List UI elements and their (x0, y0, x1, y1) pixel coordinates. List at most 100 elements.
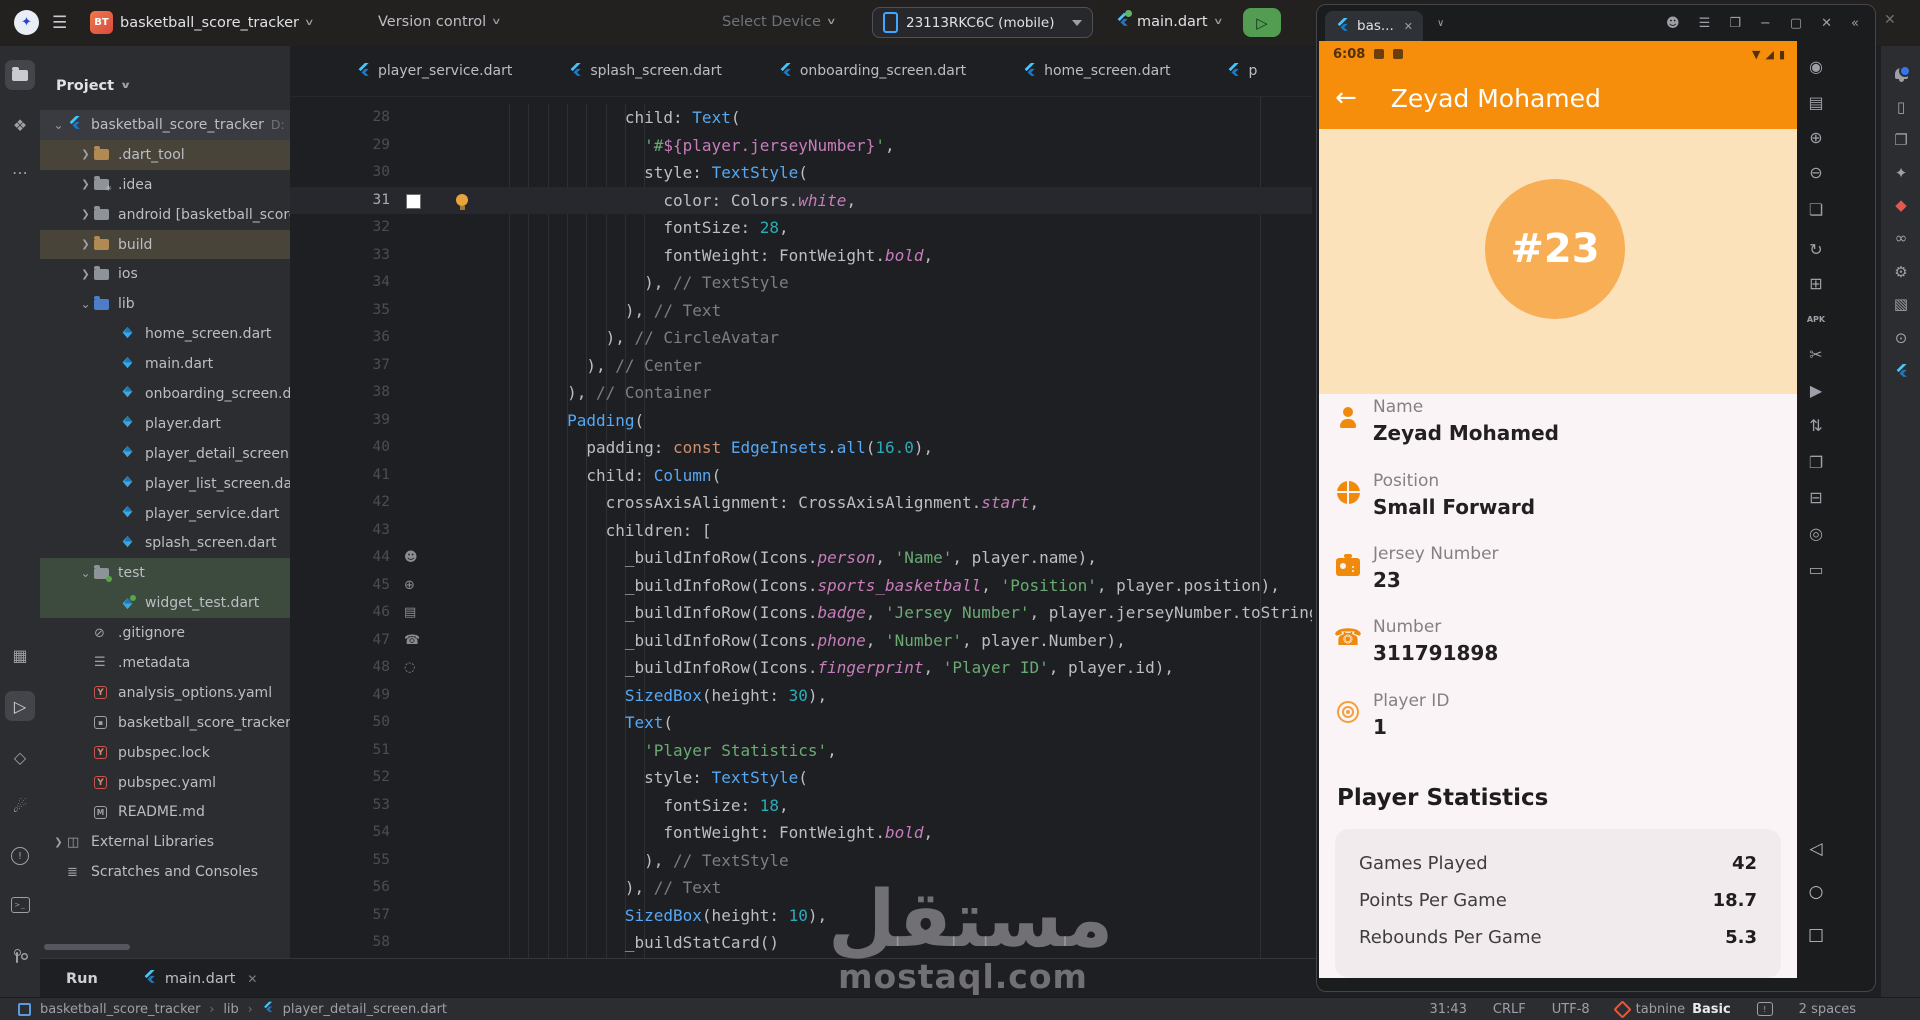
tree-chevron-icon[interactable]: ⌄ (77, 566, 94, 580)
breadcrumb-item[interactable]: basketball_score_tracker (40, 1002, 201, 1017)
editor-tab[interactable]: p (1226, 62, 1257, 81)
tree-item-player_detail_screen.dart[interactable]: player_detail_screen.dart (40, 439, 290, 469)
device-dropdown[interactable]: 23113RKC6C (mobile) (872, 7, 1093, 38)
notifications-icon[interactable] (1890, 62, 1912, 84)
back-button[interactable]: ◁ (1804, 837, 1828, 861)
tree-item-main.dart[interactable]: main.dart (40, 349, 290, 379)
collapse-icon[interactable]: « (1851, 16, 1859, 31)
close-icon[interactable]: ✕ (247, 972, 257, 986)
tree-chevron-icon[interactable]: ❯ (77, 209, 94, 220)
sync-folder-icon[interactable]: ⊟ (1804, 485, 1828, 509)
tree-item-player_list_screen.dart[interactable]: player_list_screen.dart (40, 469, 290, 499)
tree-item-widget_test.dart[interactable]: widget_test.dart (40, 588, 290, 619)
tree-item-.dart_tool[interactable]: ❯ .dart_tool (40, 139, 290, 170)
minimize-icon[interactable]: − (1760, 16, 1771, 31)
devtools-icon[interactable]: ☄ (5, 791, 35, 821)
color-preview-swatch[interactable] (406, 193, 421, 209)
run-icon[interactable]: ▷ (5, 691, 35, 721)
close-icon[interactable]: ✕ (1884, 12, 1896, 28)
endpoints-icon[interactable]: ∞ (1890, 227, 1912, 249)
rotate-icon[interactable]: ↻ (1804, 237, 1828, 261)
device-manager-icon[interactable]: ❐ (1890, 129, 1912, 151)
tree-item-basketball_score_tracker.iml[interactable]: ▪ basketball_score_tracker.iml (40, 708, 290, 738)
tree-chevron-icon[interactable]: ❯ (77, 269, 94, 280)
tree-item-.gitignore[interactable]: ⊘ .gitignore (40, 618, 290, 648)
tree-chevron-icon[interactable]: ❯ (77, 149, 94, 160)
project-panel-header[interactable]: Project ∨ (56, 78, 132, 94)
back-arrow-icon[interactable]: ← (1335, 83, 1357, 113)
line-separator[interactable]: CRLF (1493, 1002, 1526, 1017)
panel-menu-icon[interactable]: ☰ (1699, 16, 1711, 31)
notifications-status-icon[interactable]: ! (1756, 1002, 1773, 1016)
file-encoding[interactable]: UTF-8 (1552, 1002, 1590, 1017)
recents-button[interactable]: □ (1804, 923, 1828, 947)
tree-item-.metadata[interactable]: ☰ .metadata (40, 648, 290, 678)
editor-tab[interactable]: onboarding_screen.dart (778, 62, 966, 81)
editor-tab[interactable]: home_screen.dart (1022, 62, 1170, 81)
flutter-inspector-icon[interactable] (1890, 359, 1912, 381)
running-devices-icon[interactable]: ▯ (1890, 96, 1912, 118)
caret-position[interactable]: 31:43 (1429, 1002, 1466, 1017)
project-panel-scrollbar[interactable] (44, 944, 130, 950)
screenshot-icon[interactable]: ❏ (1804, 197, 1828, 221)
device-screen[interactable]: 6:08 ▼ ◢ ▮ ← Zeyad Mohamed #23 Name Zeyad… (1319, 41, 1797, 978)
tree-item-pubspec.yaml[interactable]: Ypubspec.yaml (40, 768, 290, 798)
screen-record-icon[interactable]: ▶ (1804, 378, 1828, 402)
maximize-icon[interactable]: ▢ (1790, 16, 1802, 31)
tree-chevron-icon[interactable]: ❯ (77, 239, 94, 250)
account-icon[interactable]: ☻ (1666, 16, 1680, 31)
device-tab[interactable]: bas... ✕ (1325, 11, 1423, 41)
tree-item-ios[interactable]: ❯ ios (40, 259, 290, 289)
tree-item-basketball_score_tracker[interactable]: ⌄ basketball_score_tracker D: (40, 110, 290, 140)
project-selector[interactable]: BT basketball_score_tracker ∨ (90, 11, 315, 34)
tree-item-pubspec.lock[interactable]: Ypubspec.lock (40, 738, 290, 768)
project-icon[interactable] (5, 60, 35, 90)
home-button[interactable]: ○ (1804, 880, 1828, 904)
tree-item-analysis_options.yaml[interactable]: Yanalysis_options.yaml (40, 678, 290, 708)
volume-down-icon[interactable]: ⊖ (1804, 160, 1828, 184)
intention-bulb-icon[interactable] (456, 193, 468, 210)
indent-setting[interactable]: 2 spaces (1799, 1002, 1856, 1017)
tree-item-splash_screen.dart[interactable]: splash_screen.dart (40, 528, 290, 558)
tree-item-scratches-and-consoles[interactable]: ≣ Scratches and Consoles (40, 857, 290, 887)
breadcrumb-item[interactable]: player_detail_screen.dart (283, 1002, 447, 1017)
tree-item-android-basketball_score[interactable]: ❯ android [basketball_score (40, 200, 290, 230)
run-button[interactable]: ▷ (1243, 8, 1281, 37)
git-icon[interactable] (5, 942, 35, 972)
gemini-icon[interactable]: ✦ (1890, 162, 1912, 184)
run-configuration-dropdown[interactable]: main.dart ∨ (1115, 10, 1223, 31)
main-menu-icon[interactable]: ☰ (52, 13, 67, 33)
dart-analysis-icon[interactable]: ◇ (5, 742, 35, 772)
tree-item-readme.md[interactable]: M README.md (40, 797, 290, 827)
editor-tab[interactable]: splash_screen.dart (568, 62, 722, 81)
float-window-icon[interactable]: ❐ (1729, 16, 1741, 31)
tree-item-player.dart[interactable]: player.dart (40, 409, 290, 439)
install-apk-icon[interactable]: APK (1804, 307, 1828, 331)
power-icon[interactable]: ◉ (1804, 54, 1828, 78)
app-quality-insights-icon[interactable]: ◆ (1890, 194, 1912, 216)
build-tools-icon[interactable]: ⚙ (1890, 261, 1912, 283)
select-device-dropdown[interactable]: Select Device ∨ (722, 14, 837, 30)
resize-icon[interactable]: ⇅ (1804, 413, 1828, 437)
breadcrumb-item[interactable]: lib (223, 1002, 238, 1017)
add-box-icon[interactable]: ⊞ (1804, 271, 1828, 295)
tree-chevron-icon[interactable]: ⌄ (50, 118, 67, 132)
tree-item-player_service.dart[interactable]: player_service.dart (40, 499, 290, 529)
chevron-down-icon[interactable]: ∨ (1437, 18, 1444, 29)
build-variants-icon[interactable]: ▦ (5, 640, 35, 670)
close-icon[interactable]: ✕ (1404, 20, 1413, 33)
mirror-display-icon[interactable]: ❐ (1804, 450, 1828, 474)
tree-chevron-icon[interactable]: ❯ (50, 837, 67, 848)
tree-item-build[interactable]: ❯ build (40, 229, 290, 260)
snip-icon[interactable]: ✂ (1804, 342, 1828, 366)
tree-chevron-icon[interactable]: ❯ (77, 179, 94, 190)
tree-item-lib[interactable]: ⌄ lib (40, 289, 290, 319)
tree-item-external-libraries[interactable]: ❯ ◫ External Libraries (40, 827, 290, 857)
tree-item-test[interactable]: ⌄ test (40, 558, 290, 589)
more-tool-windows-icon[interactable]: ⋯ (5, 157, 35, 187)
problems-icon[interactable]: ! (5, 841, 35, 871)
run-tab-main-dart[interactable]: main.dart ✕ (142, 969, 257, 988)
editor-tab[interactable]: player_service.dart (356, 62, 512, 81)
tree-item-onboarding_screen.dart[interactable]: onboarding_screen.dart (40, 379, 290, 409)
snapshot-icon[interactable]: ▤ (1804, 90, 1828, 114)
